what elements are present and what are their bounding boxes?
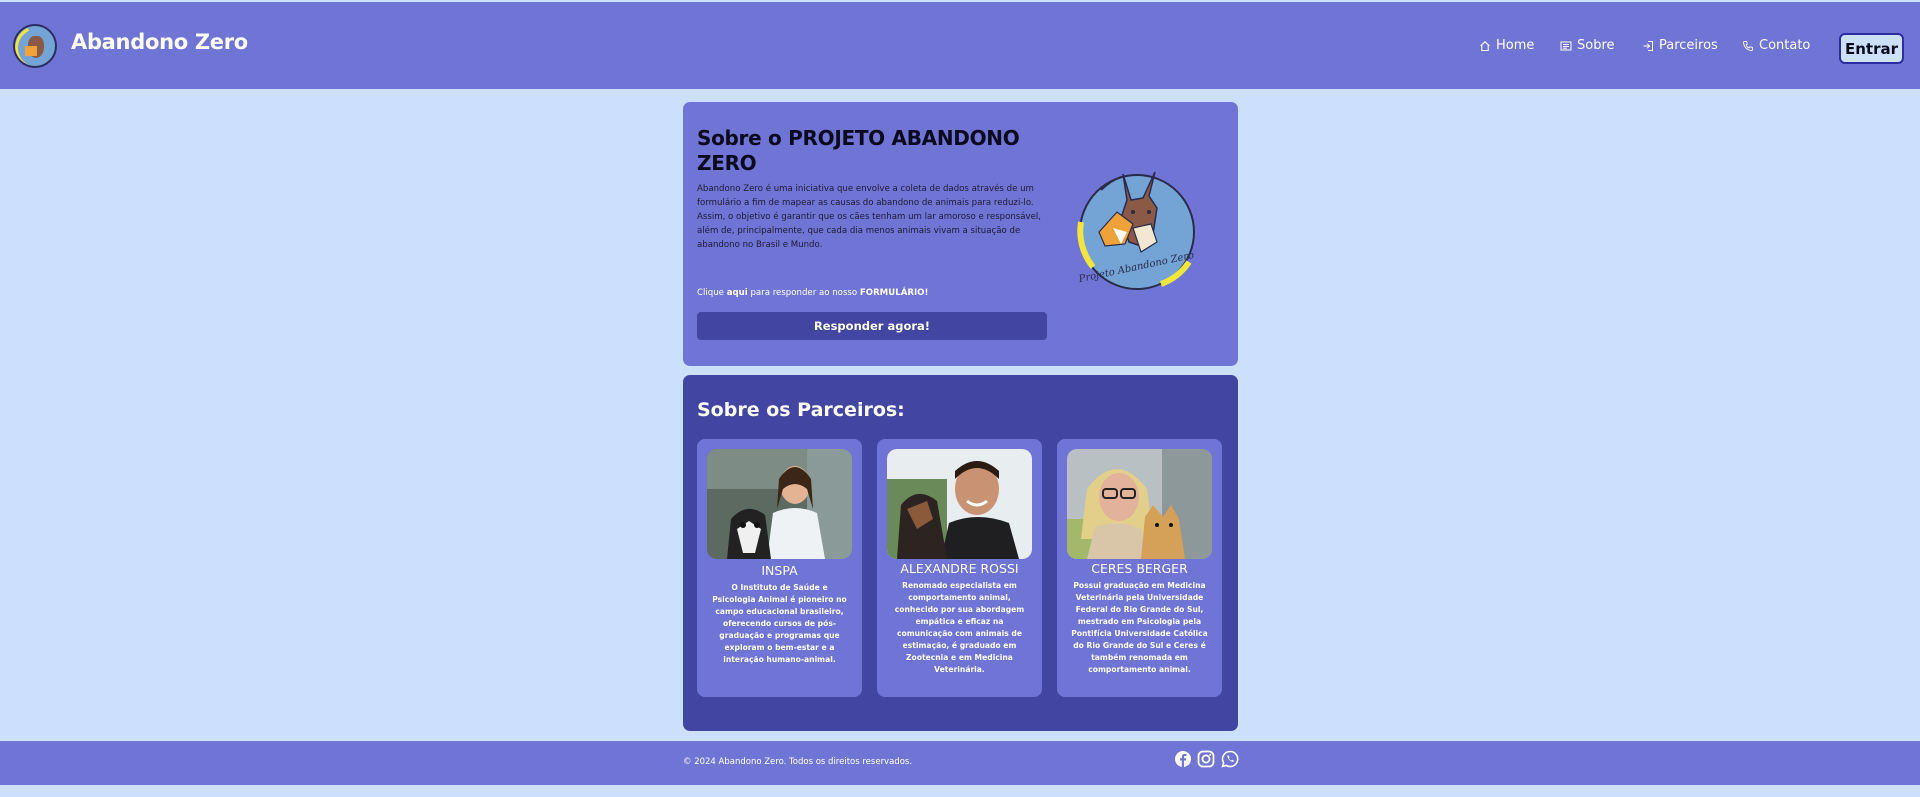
whatsapp-icon[interactable] — [1221, 750, 1239, 768]
instagram-icon[interactable] — [1197, 750, 1215, 768]
home-icon — [1480, 40, 1490, 51]
nav-contato-label: Contato — [1759, 38, 1811, 53]
about-text: Abandono Zero é uma iniciativa que envol… — [697, 184, 1042, 250]
copyright-text: © 2024 Abandono Zero. Todos os direitos … — [683, 757, 913, 767]
respond-now-button[interactable]: Responder agora! — [697, 312, 1047, 340]
cta-text: Clique aqui para responder ao nosso FORM… — [697, 288, 928, 298]
nav-parceiros[interactable]: Parceiros — [1642, 38, 1718, 53]
about-section: Sobre o PROJETO ABANDONO ZERO Abandono Z… — [683, 102, 1238, 366]
cta-link[interactable]: aqui — [727, 288, 748, 298]
about-title: Sobre o PROJETO ABANDONO ZERO — [697, 126, 1020, 175]
footer: © 2024 Abandono Zero. Todos os direitos … — [0, 741, 1920, 785]
partner-card-alexandre-rossi: ALEXANDRE ROSSI Renomado especialista em… — [877, 439, 1042, 697]
partner-desc-inspa: O Instituto de Saúde e Psicologia Animal… — [712, 583, 847, 664]
partners-title: Sobre os Parceiros: — [697, 399, 905, 421]
partners-section: Sobre os Parceiros: INSPA O Instituto de… — [683, 375, 1238, 731]
cta-prefix: Clique — [697, 288, 727, 298]
facebook-icon[interactable] — [1174, 750, 1192, 768]
partner-name-alexandre-rossi: ALEXANDRE ROSSI — [900, 561, 1019, 576]
partner-desc-ceres-berger: Possui graduação em Medicina Veterinária… — [1071, 581, 1208, 674]
partner-name-ceres-berger: CERES BERGER — [1091, 561, 1188, 576]
phone-icon — [1743, 40, 1753, 51]
nav-contato[interactable]: Contato — [1742, 38, 1810, 53]
login-button[interactable]: Entrar — [1839, 33, 1904, 64]
partner-photo-alexandre-rossi — [887, 449, 1032, 559]
nav-home[interactable]: Home — [1479, 38, 1534, 53]
nav-parceiros-label: Parceiros — [1659, 38, 1718, 53]
login-icon — [1643, 40, 1653, 51]
navbar: Abandono Zero Home Sobre Parceiros Conta… — [0, 2, 1920, 89]
cta-form: FORMULÁRIO! — [859, 288, 929, 298]
brand-logo[interactable] — [13, 24, 57, 68]
nav-sobre[interactable]: Sobre — [1560, 38, 1615, 53]
project-logo: Projeto Abandono Zero — [1077, 171, 1195, 290]
brand-name[interactable]: Abandono Zero — [71, 30, 248, 54]
partner-photo-inspa — [707, 449, 852, 559]
partner-desc-alexandre-rossi: Renomado especialista em comportamento a… — [894, 581, 1025, 674]
partner-card-inspa: INSPA O Instituto de Saúde e Psicologia … — [697, 439, 862, 697]
partner-card-ceres-berger: CERES BERGER Possui graduação em Medicin… — [1057, 439, 1222, 697]
cta-middle: para responder ao nosso — [747, 288, 860, 298]
nav-home-label: Home — [1496, 38, 1535, 53]
partner-photo-ceres-berger — [1067, 449, 1212, 559]
partner-name-inspa: INSPA — [761, 563, 798, 578]
nav-sobre-label: Sobre — [1577, 38, 1615, 53]
list-icon — [1560, 41, 1572, 50]
